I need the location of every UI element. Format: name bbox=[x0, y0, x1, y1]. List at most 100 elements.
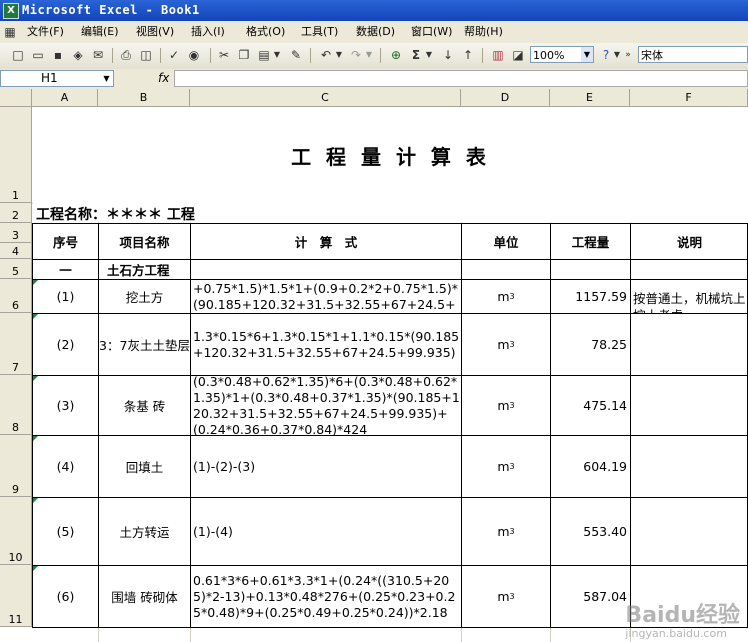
row-header-5[interactable]: 5 bbox=[0, 259, 32, 279]
section-name[interactable]: 土石方工程 bbox=[99, 260, 190, 279]
row-header-8[interactable]: 8 bbox=[0, 375, 32, 435]
menu-tools[interactable]: 工具(T) bbox=[298, 24, 341, 40]
column-header-d[interactable]: D bbox=[461, 89, 550, 107]
autosum-icon[interactable]: Σ bbox=[408, 47, 424, 63]
spelling-icon[interactable]: ✓ bbox=[166, 47, 182, 63]
chevron-down-icon[interactable]: ▼ bbox=[334, 47, 344, 63]
paste-icon[interactable]: ▤ bbox=[256, 47, 272, 63]
item-note[interactable] bbox=[631, 376, 748, 435]
header-seq[interactable]: 序号 bbox=[33, 224, 98, 259]
print-icon[interactable]: ⎙ bbox=[118, 47, 134, 63]
error-indicator-icon[interactable] bbox=[33, 314, 38, 319]
chevron-down-icon[interactable]: ▼ bbox=[581, 47, 593, 62]
item-unit[interactable]: m3 bbox=[462, 566, 550, 627]
sort-ascending-icon[interactable]: ↓ bbox=[440, 47, 456, 63]
zoom-select[interactable]: 100% ▼ bbox=[530, 46, 594, 63]
project-name[interactable]: 工程名称：＊＊＊＊ 工程 bbox=[33, 204, 461, 223]
header-unit[interactable]: 单位 bbox=[462, 224, 550, 259]
item-unit[interactable]: m3 bbox=[462, 498, 550, 565]
item-quantity[interactable]: 475.14 bbox=[551, 376, 630, 435]
empty-cell[interactable] bbox=[551, 260, 630, 279]
item-note[interactable] bbox=[631, 436, 748, 497]
item-formula[interactable]: (1)-(2)-(3) bbox=[191, 436, 461, 497]
row-header-9[interactable]: 9 bbox=[0, 435, 32, 497]
item-name[interactable]: 回填土 bbox=[99, 436, 190, 497]
sort-descending-icon[interactable]: ↑ bbox=[460, 47, 476, 63]
chart-wizard-icon[interactable]: ▥ bbox=[490, 47, 506, 63]
font-name-select[interactable]: 宋体 bbox=[638, 46, 748, 63]
item-note[interactable]: 按普通土，机械坑上挖土考虑 bbox=[631, 280, 748, 313]
menu-view[interactable]: 视图(V) bbox=[133, 24, 177, 40]
header-quantity[interactable]: 工程量 bbox=[551, 224, 630, 259]
empty-cell[interactable] bbox=[631, 260, 748, 279]
row-header-4[interactable]: 4 bbox=[0, 243, 32, 259]
formula-input[interactable] bbox=[174, 70, 748, 87]
empty-cell[interactable] bbox=[462, 260, 550, 279]
redo-icon[interactable]: ↷ bbox=[348, 47, 364, 63]
error-indicator-icon[interactable] bbox=[33, 436, 38, 441]
name-box[interactable]: H1 ▼ bbox=[0, 70, 114, 87]
empty-cell[interactable] bbox=[191, 260, 461, 279]
item-quantity[interactable]: 604.19 bbox=[551, 436, 630, 497]
header-note[interactable]: 说明 bbox=[631, 224, 748, 259]
chevron-down-icon[interactable]: ▼ bbox=[100, 71, 113, 86]
item-seq[interactable]: (4) bbox=[33, 436, 98, 497]
item-unit[interactable]: m3 bbox=[462, 376, 550, 435]
item-name[interactable]: 3：7灰土土垫层 bbox=[99, 314, 190, 375]
menu-edit[interactable]: 编辑(E) bbox=[78, 24, 122, 40]
item-seq[interactable]: (6) bbox=[33, 566, 98, 627]
column-header-f[interactable]: F bbox=[630, 89, 748, 107]
item-formula[interactable]: 0.61*3*6+0.61*3.3*1+(0.24*((310.5+205)*2… bbox=[191, 566, 461, 627]
item-name[interactable]: 挖土方 bbox=[99, 280, 190, 313]
error-indicator-icon[interactable] bbox=[33, 376, 38, 381]
item-formula[interactable]: (1)-(4) bbox=[191, 498, 461, 565]
row-header-6[interactable]: 6 bbox=[0, 279, 32, 313]
row-header-2[interactable]: 2 bbox=[0, 203, 32, 223]
error-indicator-icon[interactable] bbox=[33, 280, 38, 285]
chevron-down-icon[interactable]: ▼ bbox=[364, 47, 374, 63]
sheet-title[interactable]: 工 程 量 计 算 表 bbox=[33, 108, 748, 203]
item-formula[interactable]: (0.3*0.48+0.62*1.35)*6+(0.3*0.48+0.62*1.… bbox=[191, 376, 461, 435]
header-formula[interactable]: 计 算 式 bbox=[191, 224, 461, 259]
error-indicator-icon[interactable] bbox=[33, 498, 38, 503]
insert-function-icon[interactable]: fx bbox=[158, 71, 169, 85]
new-icon[interactable]: □ bbox=[10, 47, 26, 63]
print-preview-icon[interactable]: ◫ bbox=[138, 47, 154, 63]
open-folder-icon[interactable]: ▭ bbox=[30, 47, 46, 63]
item-seq[interactable]: (5) bbox=[33, 498, 98, 565]
toolbar-options-icon[interactable]: » bbox=[624, 47, 632, 63]
item-unit[interactable]: m3 bbox=[462, 314, 550, 375]
hyperlink-icon[interactable]: ⊕ bbox=[388, 47, 404, 63]
row-header-7[interactable]: 7 bbox=[0, 313, 32, 375]
item-quantity[interactable]: 587.04 bbox=[551, 566, 630, 627]
chevron-down-icon[interactable]: ▼ bbox=[424, 47, 434, 63]
chevron-down-icon[interactable]: ▼ bbox=[612, 47, 622, 63]
item-name[interactable]: 围墙 砖砌体 bbox=[99, 566, 190, 627]
email-icon[interactable]: ✉ bbox=[90, 47, 106, 63]
item-note[interactable] bbox=[631, 498, 748, 565]
item-unit[interactable]: m3 bbox=[462, 280, 550, 313]
column-header-c[interactable]: C bbox=[190, 89, 461, 107]
menu-data[interactable]: 数据(D) bbox=[353, 24, 398, 40]
item-unit[interactable]: m3 bbox=[462, 436, 550, 497]
item-name[interactable]: 土方转运 bbox=[99, 498, 190, 565]
format-painter-icon[interactable]: ✎ bbox=[288, 47, 304, 63]
excel-app-icon[interactable]: X bbox=[3, 3, 19, 19]
row-header-3[interactable]: 3 bbox=[0, 223, 32, 243]
row-header-10[interactable]: 10 bbox=[0, 497, 32, 565]
item-note[interactable] bbox=[631, 314, 748, 375]
item-seq[interactable]: (2) bbox=[33, 314, 98, 375]
menu-insert[interactable]: 插入(I) bbox=[188, 24, 228, 40]
select-all-corner[interactable] bbox=[0, 89, 32, 107]
row-header-11[interactable]: 11 bbox=[0, 565, 32, 627]
research-icon[interactable]: ◉ bbox=[186, 47, 202, 63]
item-quantity[interactable]: 553.40 bbox=[551, 498, 630, 565]
cut-icon[interactable]: ✂ bbox=[216, 47, 232, 63]
permission-icon[interactable]: ◈ bbox=[70, 47, 86, 63]
item-formula[interactable]: 1.3*0.15*6+1.3*0.15*1+1.1*0.15*(90.185+1… bbox=[191, 314, 461, 375]
workbook-icon[interactable]: ▦ bbox=[2, 24, 18, 40]
copy-icon[interactable]: ❐ bbox=[236, 47, 252, 63]
menu-window[interactable]: 窗口(W) bbox=[408, 24, 455, 40]
save-icon[interactable]: ▪ bbox=[50, 47, 66, 63]
item-quantity[interactable]: 1157.59 bbox=[551, 280, 630, 313]
